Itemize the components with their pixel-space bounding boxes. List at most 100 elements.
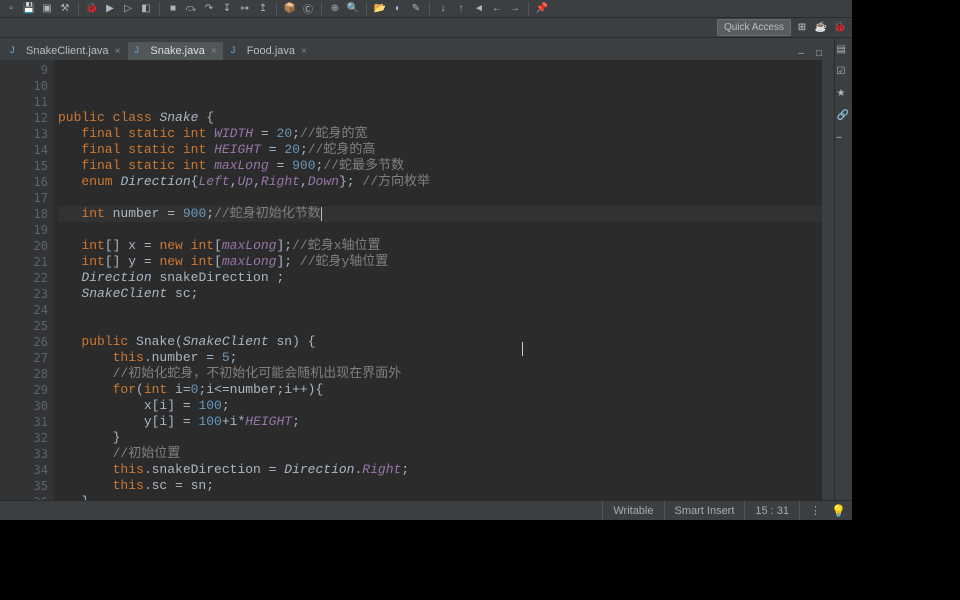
line-number: 24 — [0, 302, 48, 318]
close-icon[interactable]: × — [301, 46, 307, 57]
step-into-icon[interactable]: ↧ — [220, 2, 234, 16]
line-number: 11 — [0, 94, 48, 110]
code-line[interactable]: for(int i=0;i<=number;i++){ — [58, 382, 822, 398]
build-icon[interactable]: ⚒ — [58, 2, 72, 16]
code-line[interactable]: public class Snake { — [58, 110, 822, 126]
debug-perspective-icon[interactable]: 🐞 — [832, 20, 848, 36]
editor-area: JSnakeClient.java×JSnake.java×JFood.java… — [0, 38, 852, 500]
code-line[interactable]: y[i] = 100+i*HEIGHT; — [58, 414, 822, 430]
line-number: 20 — [0, 238, 48, 254]
bookmark-icon[interactable]: ★ — [837, 88, 851, 102]
outline-icon[interactable]: ▤ — [837, 44, 851, 58]
prev-annotation-icon[interactable]: ↑ — [454, 2, 468, 16]
close-icon[interactable]: × — [211, 46, 217, 57]
code-line[interactable]: final static int WIDTH = 20;//蛇身的宽 — [58, 126, 822, 142]
resume-icon[interactable]: ↷ — [202, 2, 216, 16]
line-number: 28 — [0, 366, 48, 382]
run-last-icon[interactable]: ▷ — [121, 2, 135, 16]
code-line[interactable]: int[] x = new int[maxLong];//蛇身x轴位置 — [58, 238, 822, 254]
line-number: 36 — [0, 494, 48, 500]
code-line[interactable]: int[] y = new int[maxLong]; //蛇身y轴位置 — [58, 254, 822, 270]
java-perspective-icon[interactable]: ☕ — [813, 20, 829, 36]
code-line[interactable]: Direction snakeDirection ; — [58, 270, 822, 286]
forward-icon[interactable]: → — [508, 2, 522, 16]
coverage-icon[interactable]: ◧ — [139, 2, 153, 16]
code-line[interactable] — [58, 222, 822, 238]
line-number: 26 — [0, 334, 48, 350]
status-overflow[interactable]: ⋮ — [799, 501, 831, 520]
run-icon[interactable]: ▶ — [103, 2, 117, 16]
status-cursor-pos: 15 : 31 — [744, 501, 799, 520]
code-line[interactable]: this.number = 5; — [58, 350, 822, 366]
new-package-icon[interactable]: 📦 — [283, 2, 297, 16]
code-line[interactable]: final static int HEIGHT = 20;//蛇身的高 — [58, 142, 822, 158]
code-line[interactable] — [58, 302, 822, 318]
line-number: 15 — [0, 158, 48, 174]
back-icon[interactable]: ← — [490, 2, 504, 16]
code-line[interactable] — [58, 318, 822, 334]
code-line[interactable]: } — [58, 430, 822, 446]
vertical-scrollbar[interactable] — [822, 60, 834, 500]
line-number: 27 — [0, 350, 48, 366]
tab-controls: – □ — [794, 46, 830, 60]
line-number: 9 — [0, 62, 48, 78]
maximize-icon[interactable]: □ — [812, 46, 826, 60]
code-line[interactable]: final static int maxLong = 900;//蛇最多节数 — [58, 158, 822, 174]
pin-icon[interactable]: 📌 — [535, 2, 549, 16]
line-number: 29 — [0, 382, 48, 398]
code-line[interactable]: SnakeClient sc; — [58, 286, 822, 302]
tip-bulb-icon[interactable]: 💡 — [831, 504, 852, 518]
new-icon[interactable]: ▫ — [4, 2, 18, 16]
line-number: 12 — [0, 110, 48, 126]
annotation-icon[interactable]: ✎ — [409, 2, 423, 16]
code-line[interactable]: } — [58, 494, 822, 500]
code-line[interactable]: //初始化蛇身，不初始化可能会随机出现在界面外 — [58, 366, 822, 382]
code-line[interactable]: x[i] = 100; — [58, 398, 822, 414]
right-toolbar: ▤ ☑ ★ 🔗 – — [834, 38, 852, 500]
code-line[interactable]: enum Direction{Left,Up,Right,Down}; //方向… — [58, 174, 822, 190]
editor-tab[interactable]: JSnakeClient.java× — [4, 42, 126, 60]
quick-access-field[interactable]: Quick Access — [717, 19, 791, 36]
stop-icon[interactable]: ■ — [166, 2, 180, 16]
debug-icon[interactable]: 🐞 — [85, 2, 99, 16]
minimize-view-icon[interactable]: – — [837, 132, 851, 146]
editor-tab[interactable]: JSnake.java× — [128, 42, 222, 60]
line-number: 14 — [0, 142, 48, 158]
next-annotation-icon[interactable]: ↓ — [436, 2, 450, 16]
code-line[interactable]: public Snake(SnakeClient sn) { — [58, 334, 822, 350]
minimize-icon[interactable]: – — [794, 46, 808, 60]
line-number: 17 — [0, 190, 48, 206]
code-line[interactable]: this.sc = sn; — [58, 478, 822, 494]
line-number: 32 — [0, 430, 48, 446]
open-type-icon[interactable]: ⊕ — [328, 2, 342, 16]
last-edit-icon[interactable]: ◄ — [472, 2, 486, 16]
line-number: 19 — [0, 222, 48, 238]
line-number: 25 — [0, 318, 48, 334]
text-cursor — [522, 342, 523, 356]
save-all-icon[interactable]: ▣ — [40, 2, 54, 16]
close-icon[interactable]: × — [115, 46, 121, 57]
save-icon[interactable]: 💾 — [22, 2, 36, 16]
tab-label: Snake.java — [150, 45, 204, 57]
editor-tab[interactable]: JFood.java× — [225, 42, 313, 60]
step-return-icon[interactable]: ↥ — [256, 2, 270, 16]
editor-panel: JSnakeClient.java×JSnake.java×JFood.java… — [0, 38, 834, 500]
step-over-icon[interactable]: ↦ — [238, 2, 252, 16]
search-icon[interactable]: 🔍 — [346, 2, 360, 16]
line-number: 33 — [0, 446, 48, 462]
toggle-icon[interactable]: ◐ — [391, 2, 405, 16]
java-file-icon: J — [10, 45, 22, 57]
link-icon[interactable]: 🔗 — [837, 110, 851, 124]
skip-icon[interactable]: ⤼ — [184, 2, 198, 16]
new-class-icon[interactable]: Ⓒ — [301, 2, 315, 16]
code-line[interactable]: this.snakeDirection = Direction.Right; — [58, 462, 822, 478]
code-area[interactable]: public class Snake { final static int WI… — [54, 60, 822, 500]
code-line[interactable] — [58, 190, 822, 206]
code-line[interactable]: //初始位置 — [58, 446, 822, 462]
task-list-icon[interactable]: ☑ — [837, 66, 851, 80]
line-number: 10 — [0, 78, 48, 94]
open-task-icon[interactable]: 📂 — [373, 2, 387, 16]
open-perspective-icon[interactable]: ⊞ — [794, 20, 810, 36]
code-line[interactable]: int number = 900;//蛇身初始化节数 — [58, 206, 822, 222]
status-writable: Writable — [602, 501, 663, 520]
